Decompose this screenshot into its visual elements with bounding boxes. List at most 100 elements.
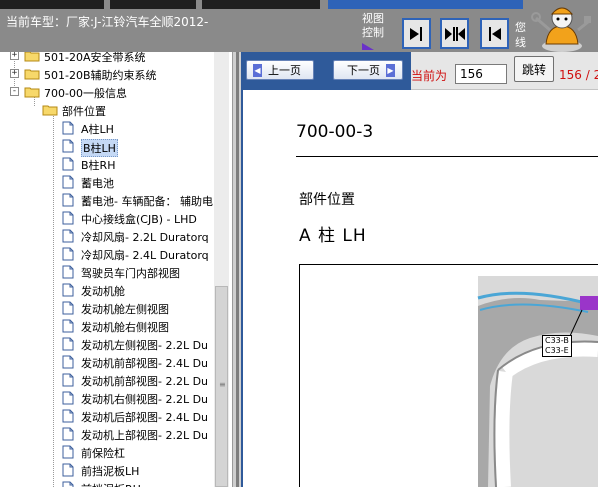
tree-item[interactable]: 驾驶员车门内部视图: [0, 263, 216, 281]
document-icon: [62, 283, 74, 297]
document-subheading: A 柱 LH: [299, 226, 367, 246]
tree-item-label: 冷却风扇- 2.2L Duratorq: [81, 231, 209, 244]
tree-item[interactable]: -部件位置: [0, 101, 216, 119]
document-heading: 部件位置: [299, 192, 355, 208]
tree-item[interactable]: B柱LH: [0, 137, 216, 157]
document-icon: [62, 355, 74, 369]
tree-item[interactable]: 发动机左侧视图- 2.2L Du: [0, 335, 216, 353]
title-strip: [328, 0, 523, 9]
tree-item[interactable]: 冷却风扇- 2.2L Duratorq: [0, 227, 216, 245]
document-icon: [62, 463, 74, 477]
tree-item[interactable]: 发动机后部视图- 2.4L Du: [0, 407, 216, 425]
document-icon: [62, 247, 74, 261]
fit-page-button[interactable]: [402, 18, 431, 49]
document-icon: [62, 337, 74, 351]
tree-item[interactable]: 前保险杠: [0, 443, 216, 461]
next-page-button[interactable]: 下一页 ▶: [333, 60, 403, 80]
tree-vertical-scrollbar[interactable]: ≡: [214, 52, 229, 487]
scrollbar-thumb[interactable]: ≡: [215, 286, 228, 487]
tree-item[interactable]: 前挡泥板RH: [0, 479, 216, 487]
document-icon: [62, 139, 74, 153]
tree-item-label: A柱LH: [81, 123, 114, 136]
document-section-code: 700-00-3: [296, 122, 374, 142]
tree-item-label: 发动机左侧视图- 2.2L Du: [81, 339, 209, 352]
document-icon: [62, 265, 74, 279]
view-control-indicator-icon: [362, 43, 374, 50]
tree-item-label: 发动机舱左侧视图: [81, 303, 169, 316]
a-pillar-illustration: [477, 276, 598, 487]
tree-item[interactable]: 发动机舱: [0, 281, 216, 299]
tree-item[interactable]: 前挡泥板LH: [0, 461, 216, 479]
document-border: [241, 90, 243, 487]
tree-item-label: 前挡泥板LH: [81, 465, 140, 478]
document-icon: [62, 175, 74, 189]
tree-item[interactable]: 蓄电池- 车辆配备： 辅助电: [0, 191, 216, 209]
header-rule: [296, 156, 598, 157]
tree-item[interactable]: +501-20B辅助约束系统: [0, 65, 216, 83]
tree-item[interactable]: A柱LH: [0, 119, 216, 137]
document-icon: [62, 229, 74, 243]
document-icon: [62, 157, 74, 171]
tree-item-label: 发动机前部视图- 2.4L Du: [81, 357, 209, 370]
arrow-left-out-bar-icon: [488, 26, 501, 41]
page-number-input[interactable]: [455, 64, 507, 84]
menu-strip: [202, 0, 320, 9]
tree-item-label: 501-20B辅助约束系统: [44, 69, 157, 82]
previous-page-button[interactable]: ◀ 上一页: [246, 60, 314, 80]
tree-item-label: 蓄电池: [81, 177, 114, 190]
arrow-right-into-bar-icon: [409, 26, 422, 41]
folder-icon: [24, 52, 40, 62]
tree-item[interactable]: B柱RH: [0, 155, 216, 173]
scrollbar-grip-icon: ≡: [219, 380, 226, 389]
document-icon: [62, 301, 74, 315]
tree-item-label: 发动机舱: [81, 285, 125, 298]
connector-callout: C33-B C33-E: [542, 335, 572, 357]
folder-open-icon: [42, 105, 58, 116]
tree-item[interactable]: 发动机前部视图- 2.2L Du: [0, 371, 216, 389]
tree-item[interactable]: 中心接线盒(CJB) - LHD: [0, 209, 216, 227]
collapse-icon[interactable]: -: [10, 87, 19, 96]
tree-item-label: 发动机前部视图- 2.2L Du: [81, 375, 209, 388]
next-page-label: 下一页: [347, 64, 380, 77]
view-control-label: 视图控制: [362, 12, 384, 39]
arrows-inward-icon: [444, 26, 465, 41]
fit-width-button[interactable]: [440, 18, 469, 49]
document-icon: [62, 121, 74, 135]
tree-item[interactable]: 发动机前部视图- 2.4L Du: [0, 353, 216, 371]
actual-size-button[interactable]: [480, 18, 509, 49]
tree-item[interactable]: 发动机上部视图- 2.2L Du: [0, 425, 216, 443]
tree-item[interactable]: +501-20A安全带系统: [0, 52, 216, 65]
mechanic-mascot-icon: [531, 7, 591, 52]
connector-label: C33-B: [545, 336, 569, 345]
tree-item-label: 驾驶员车门内部视图: [81, 267, 180, 280]
document-icon: [62, 409, 74, 423]
tree-item[interactable]: 冷却风扇- 2.4L Duratorq: [0, 245, 216, 263]
jump-button[interactable]: 跳转: [514, 56, 554, 82]
tree-item-label: 发动机后部视图- 2.4L Du: [81, 411, 209, 424]
document-icon: [62, 211, 74, 225]
tree-item-label: 中心接线盒(CJB) - LHD: [81, 213, 197, 226]
your-line-label: 您线: [515, 21, 526, 49]
tree-item[interactable]: 蓄电池: [0, 173, 216, 191]
tree-item-label: 前挡泥板RH: [81, 481, 141, 487]
tree-item[interactable]: - 700-00一般信息: [0, 83, 216, 101]
folder-open-icon: [24, 87, 40, 98]
menu-strip: [110, 0, 196, 9]
expand-icon[interactable]: +: [10, 52, 19, 60]
expand-icon[interactable]: +: [10, 69, 19, 78]
document-icon: [62, 481, 74, 487]
tree-item-label: B柱RH: [81, 159, 116, 172]
folder-icon: [24, 69, 40, 80]
current-page-label: 当前为: [411, 69, 448, 83]
tree-item[interactable]: 发动机舱右侧视图: [0, 317, 216, 335]
tree-item[interactable]: 发动机右侧视图- 2.2L Du: [0, 389, 216, 407]
tree-item-label: 前保险杠: [81, 447, 125, 460]
tree-item[interactable]: 发动机舱左侧视图: [0, 299, 216, 317]
document-icon: [62, 427, 74, 441]
pane-splitter-handle[interactable]: [236, 52, 239, 487]
tree-item-label: 蓄电池- 车辆配备： 辅助电: [81, 195, 213, 208]
tree-item-label: 冷却风扇- 2.4L Duratorq: [81, 249, 209, 262]
tree-item-label: 部件位置: [62, 105, 106, 118]
document-icon: [62, 319, 74, 333]
tree-item-label: 发动机舱右侧视图: [81, 321, 169, 334]
